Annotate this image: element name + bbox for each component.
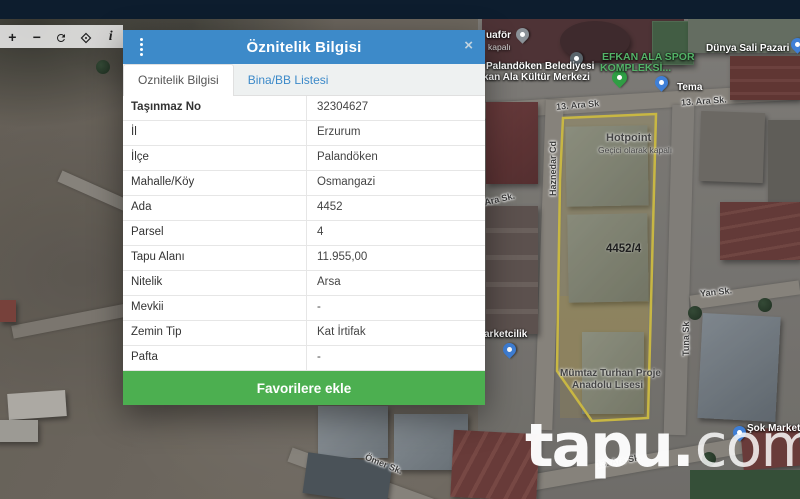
close-icon[interactable]: × bbox=[464, 38, 473, 54]
refresh-icon[interactable] bbox=[51, 27, 71, 47]
row-value: Osmangazi bbox=[317, 176, 376, 188]
add-to-favorites-button[interactable]: Favorilere ekle bbox=[123, 371, 485, 405]
zoom-in-button[interactable]: + bbox=[2, 27, 22, 47]
place-label-dunya-pazari: Dünya Sali Pazari bbox=[706, 43, 790, 54]
street-label-tuna: Tuna Sk bbox=[681, 321, 691, 356]
row-value: Erzurum bbox=[317, 126, 361, 138]
full-extent-icon[interactable] bbox=[76, 27, 96, 47]
row-value: 4452 bbox=[317, 201, 343, 213]
row-label: Mahalle/Köy bbox=[123, 171, 307, 195]
tab-oznitelik-bilgisi[interactable]: Oznitelik Bilgisi bbox=[123, 64, 234, 96]
row-value: - bbox=[317, 301, 321, 313]
dialog-title: Öznitelik Bilgisi bbox=[246, 38, 362, 56]
table-row: Parsel 4 bbox=[123, 221, 485, 246]
tab-bar: Oznitelik Bilgisi Bina/BB Listesi bbox=[123, 64, 485, 96]
table-row: Mevkii - bbox=[123, 296, 485, 321]
browser-top-strip bbox=[0, 0, 800, 19]
row-value: 32304627 bbox=[317, 101, 369, 113]
attribute-info-dialog: Öznitelik Bilgisi × Oznitelik Bilgisi Bi… bbox=[123, 30, 485, 405]
row-value: Palandöken bbox=[317, 151, 378, 163]
place-status-kuafor: kapalı bbox=[488, 42, 511, 52]
parcel-number-label: 4452/4 bbox=[606, 243, 642, 255]
map-toolbar: + − i bbox=[0, 25, 123, 48]
row-label: Parsel bbox=[123, 221, 307, 245]
table-row: Taşınmaz No 32304627 bbox=[123, 96, 485, 121]
table-row: Pafta - bbox=[123, 346, 485, 371]
row-value: 11.955,00 bbox=[317, 251, 368, 263]
row-label: Zemin Tip bbox=[123, 321, 307, 345]
table-row: İl Erzurum bbox=[123, 121, 485, 146]
place-label-belediye-2: kan Ala Kültür Merkezi bbox=[483, 72, 590, 83]
place-label-spor-2: KOMPLEKSİ... bbox=[600, 62, 672, 74]
app-window: uaför kapalı Palandöken Belediyesi kan A… bbox=[0, 0, 800, 499]
row-label: Nitelik bbox=[123, 271, 307, 295]
watermark-bold-text: tapu. bbox=[525, 411, 695, 481]
drag-handle-icon[interactable] bbox=[140, 38, 143, 56]
street-label-haznedar: Haznedar Cd bbox=[548, 140, 558, 196]
row-value: 4 bbox=[317, 226, 324, 238]
row-label: Mevkii bbox=[123, 296, 307, 320]
tapu-com-watermark: tapu. com bbox=[525, 413, 800, 479]
table-row: İlçe Palandöken bbox=[123, 146, 485, 171]
row-label: Tapu Alanı bbox=[123, 246, 307, 270]
dialog-header[interactable]: Öznitelik Bilgisi × bbox=[123, 30, 485, 64]
row-label: Ada bbox=[123, 196, 307, 220]
row-label: İlçe bbox=[123, 146, 307, 170]
row-value: - bbox=[317, 351, 321, 363]
table-row: Nitelik Arsa bbox=[123, 271, 485, 296]
attribute-table: Taşınmaz No 32304627 İl Erzurum İlçe Pal… bbox=[123, 96, 485, 371]
table-row: Tapu Alanı 11.955,00 bbox=[123, 246, 485, 271]
row-value: Arsa bbox=[317, 276, 341, 288]
tab-bina-bb-listesi[interactable]: Bina/BB Listesi bbox=[234, 65, 343, 95]
row-value: Kat İrtifak bbox=[317, 326, 366, 338]
place-label-belediye-1: Palandöken Belediyesi bbox=[486, 61, 595, 72]
place-label-okul-2: Anadolu Lisesi bbox=[572, 380, 644, 391]
table-row: Ada 4452 bbox=[123, 196, 485, 221]
place-label-hotpoint: Hotpoint bbox=[606, 132, 652, 144]
place-label-kuafor: uaför bbox=[486, 30, 511, 41]
info-button[interactable]: i bbox=[101, 27, 121, 47]
row-label: Taşınmaz No bbox=[123, 96, 307, 120]
row-label: İl bbox=[123, 121, 307, 145]
watermark-light-text: com bbox=[694, 411, 800, 481]
place-label-okul-1: Mümtaz Turhan Proje bbox=[560, 368, 661, 379]
place-label-tema: Tema bbox=[677, 82, 703, 93]
place-status-hotpoint: Geçici olarak kapalı bbox=[598, 145, 673, 155]
zoom-out-button[interactable]: − bbox=[27, 27, 47, 47]
row-label: Pafta bbox=[123, 346, 307, 370]
table-row: Zemin Tip Kat İrtifak bbox=[123, 321, 485, 346]
table-row: Mahalle/Köy Osmangazi bbox=[123, 171, 485, 196]
place-label-marketcilik: arketcilik bbox=[484, 329, 528, 340]
